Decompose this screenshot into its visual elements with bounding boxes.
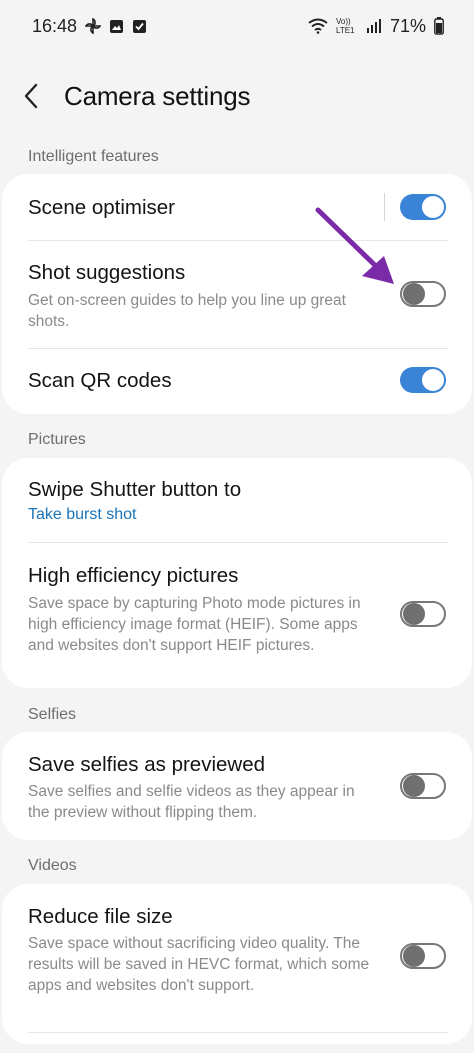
setting-title: Save selfies as previewed [28,753,266,776]
card-selfies: Save selfies as previewed Save selfies a… [2,732,472,840]
scan-qr-toggle[interactable] [400,367,446,393]
card-videos: Reduce file size Save space without sacr… [2,884,472,1044]
chevron-left-icon [24,83,38,109]
setting-subtitle: Save space without sacrificing video qua… [28,935,370,994]
status-right: Vo)) LTE1 71% [308,16,444,37]
pinwheel-icon [85,18,102,34]
status-bar: 16:48 Vo)) LTE1 71% [0,0,474,52]
setting-subtitle: Save selfies and selfie videos as they a… [28,783,355,821]
back-button[interactable] [24,76,50,116]
setting-scan-qr[interactable]: Scan QR codes [2,349,472,414]
setting-title: Shot suggestions [28,261,186,284]
network-label: Vo)) LTE1 [335,17,355,35]
wifi-icon [308,18,328,34]
setting-shot-suggestions[interactable]: Shot suggestions Get on-screen guides to… [2,241,472,347]
scene-optimiser-toggle[interactable] [400,194,446,220]
app-header: Camera settings [0,70,474,122]
status-time: 16:48 [32,15,78,36]
setting-scene-optimiser[interactable]: Scene optimiser [2,174,472,240]
shot-suggestions-toggle[interactable] [400,281,446,307]
check-box-icon [132,19,147,34]
gallery-icon [109,19,124,34]
setting-title: Scan QR codes [28,369,172,392]
card-pictures: Swipe Shutter button to Take burst shot … [2,458,472,688]
signal-icon [366,18,382,34]
setting-subtitle: Save space by capturing Photo mode pictu… [28,595,361,654]
setting-swipe-shutter[interactable]: Swipe Shutter button to Take burst shot [2,458,472,542]
card-intelligent: Scene optimiser Shot suggestions Get on-… [2,174,472,414]
section-label-pictures: Pictures [28,431,86,448]
setting-save-selfies[interactable]: Save selfies as previewed Save selfies a… [2,732,472,840]
reduce-file-size-toggle[interactable] [400,943,446,969]
setting-reduce-file-size[interactable]: Reduce file size Save space without sacr… [2,884,472,1024]
annotation-arrow-icon [315,207,394,284]
setting-title: Scene optimiser [28,196,175,219]
battery-percent: 71% [389,15,426,36]
section-label-selfies: Selfies [28,706,77,723]
save-selfies-toggle[interactable] [400,773,446,799]
setting-title: High efficiency pictures [28,564,239,587]
section-label-videos: Videos [28,857,77,874]
setting-subtitle: Get on-screen guides to help you line up… [28,292,346,330]
battery-icon [434,17,444,35]
divider [28,1032,448,1033]
setting-title: Reduce file size [28,905,173,928]
page-title: Camera settings [64,80,251,111]
setting-high-efficiency[interactable]: High efficiency pictures Save space by c… [2,543,472,688]
setting-title: Swipe Shutter button to [28,478,242,501]
section-label-intelligent: Intelligent features [28,148,159,165]
status-left: 16:48 [32,16,147,37]
high-efficiency-toggle[interactable] [400,601,446,627]
setting-value: Take burst shot [28,506,137,523]
